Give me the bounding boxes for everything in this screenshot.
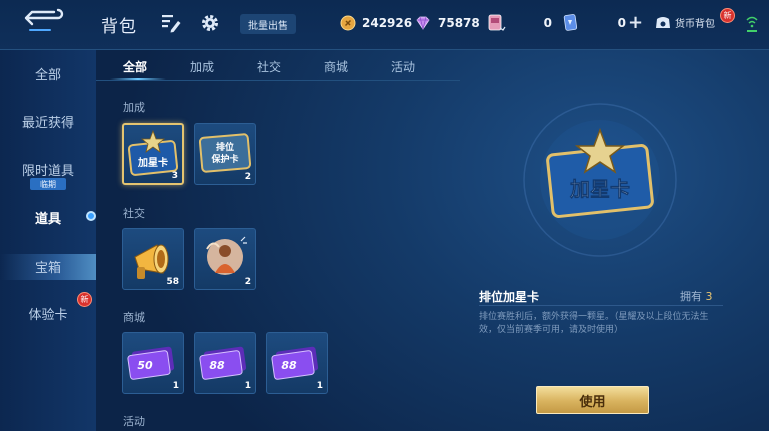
currency-bag-button[interactable]: 货币背包 [654,14,715,30]
gem-currency: 75878 [414,13,480,33]
section-label-event: 活动 [123,415,145,428]
card-currency: 0 [562,13,626,33]
item-count: 1 [316,381,323,391]
add-currency-button[interactable]: + [628,12,643,33]
item-count: 2 [244,277,251,287]
gold-amount: 242926 [362,16,413,30]
settings-button[interactable] [199,12,221,34]
category-sidebar [0,50,96,431]
owned-number: 3 [705,290,713,303]
blue-card-icon [563,14,578,31]
gem-amount: 75878 [438,16,480,30]
currency-bag-new-badge: 新 [720,8,735,23]
item-megaphone[interactable]: 58 [122,228,184,290]
currency-bag-label: 货币背包 [675,18,715,30]
back-arrow-icon [24,8,64,31]
voucher-88-art-text: 88 [209,359,225,372]
voucher-88-art-text: 88 [281,359,297,372]
item-star-card[interactable]: 加星卡 3 [122,123,184,185]
sidebar-item-chest[interactable]: 宝箱 [0,257,96,276]
sidebar-item-trial-card[interactable]: 体验卡 [0,304,96,323]
item-voucher-88-b[interactable]: 88 1 [266,332,328,394]
ticket-amount: 0 [543,16,552,30]
tab-event[interactable]: 活动 [391,58,415,75]
top-bar: 背包 批量出售 242926 75878 0 0 + 货币背包 新 [0,0,769,50]
wallet-bag-icon [656,17,670,28]
detail-art-text: 加星卡 [569,177,630,201]
tab-mall[interactable]: 商城 [324,58,348,75]
owned-label: 拥有 [680,290,702,303]
section-label-mall: 商城 [123,311,145,324]
voucher-50-art-text: 50 [137,359,153,372]
back-button[interactable] [20,8,64,36]
item-count: 1 [172,381,179,391]
filter-tabs: 全部 加成 社交 商城 活动 [96,50,456,80]
sidebar-active-dot [86,211,96,221]
sidebar-item-all[interactable]: 全部 [0,64,96,83]
item-description: 排位赛胜利后，额外获得一颗星。（星耀及以上段位无法生效，仅当前赛季可用，请及时使… [479,312,709,335]
item-count: 1 [244,381,251,391]
section-label-social: 社交 [123,207,145,220]
ticket-currency[interactable]: 0 [486,13,552,33]
use-button[interactable]: 使用 [536,386,649,414]
item-gift[interactable]: 2 [194,228,256,290]
protect-card-art-text-2: 保护卡 [210,153,238,165]
item-count: 2 [244,172,251,182]
selected-item-name: 排位加星卡 [479,290,540,304]
diamond-icon [416,16,430,30]
page-title: 背包 [101,17,137,37]
section-label-boost: 加成 [123,101,145,114]
tab-boost[interactable]: 加成 [190,58,214,75]
expiring-tag: 临期 [30,178,66,190]
gold-currency: 242926 [340,13,412,33]
item-count: 58 [166,277,179,287]
item-voucher-88-a[interactable]: 88 1 [194,332,256,394]
gear-icon [202,15,218,31]
sidebar-item-limited[interactable]: 限时道具 [0,160,96,179]
trial-card-new-badge: 新 [77,292,92,307]
star-card-art-text: 加星卡 [137,156,168,169]
edit-sort-button[interactable] [160,12,182,34]
item-count: 3 [171,171,178,181]
selected-item-emblem: 加星卡 [523,103,677,257]
owned-count: 拥有 3 [680,288,713,304]
tab-all[interactable]: 全部 [123,58,147,75]
item-voucher-50[interactable]: 50 1 [122,332,184,394]
sidebar-item-props[interactable]: 道具 [0,208,96,227]
tab-social[interactable]: 社交 [257,58,281,75]
batch-sell-button[interactable]: 批量出售 [240,14,296,34]
tab-divider [96,80,460,81]
detail-divider [479,305,723,306]
ticket-icon [488,14,506,31]
sidebar-item-recent[interactable]: 最近获得 [0,112,96,131]
item-rank-protect-card[interactable]: 排位 保护卡 2 [194,123,256,185]
gold-coin-icon [340,15,356,31]
edit-list-icon [162,15,181,33]
protect-card-art-text-1: 排位 [216,141,234,153]
wifi-signal-icon [746,16,758,32]
card-amount: 0 [617,16,626,30]
